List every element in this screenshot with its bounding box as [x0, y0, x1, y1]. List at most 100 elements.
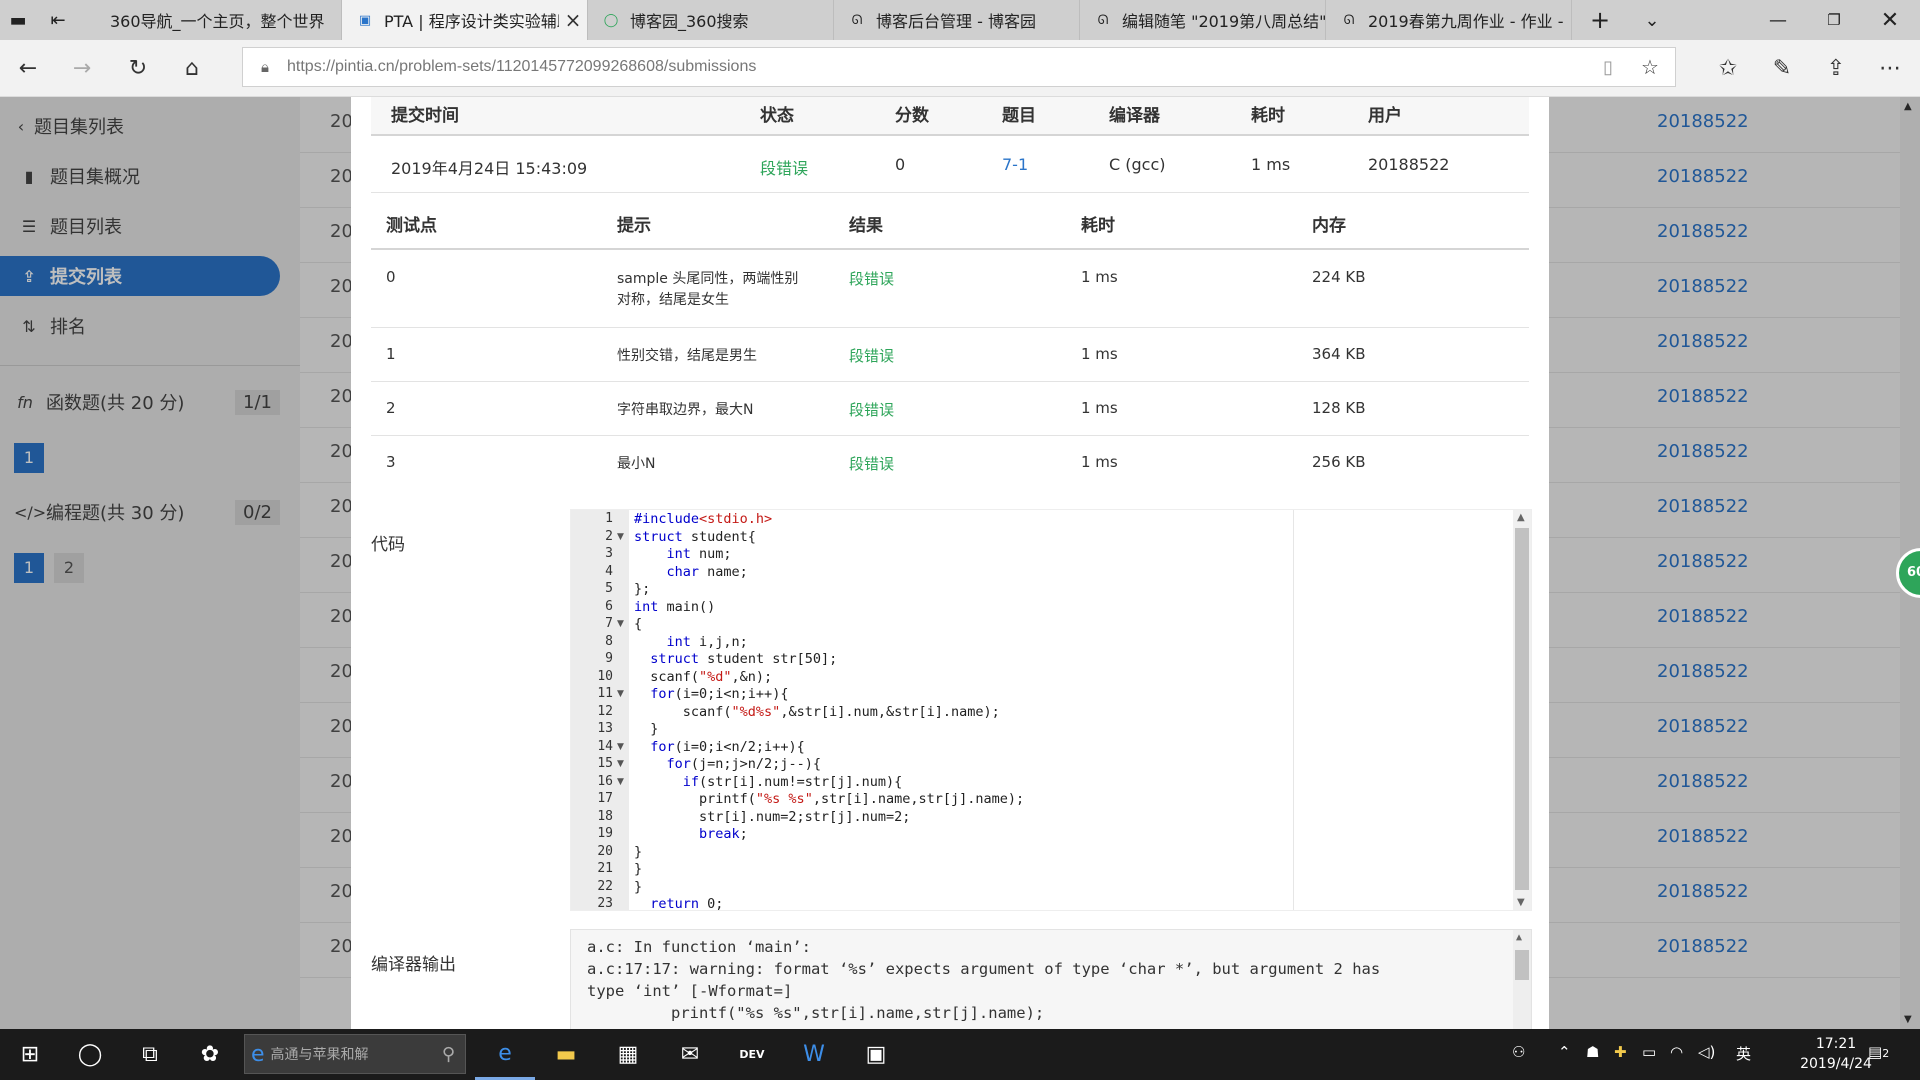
- people-icon[interactable]: ⚇: [1512, 1043, 1525, 1061]
- photos-icon[interactable]: ▣: [846, 1029, 906, 1080]
- notification-icon[interactable]: ▤2: [1868, 1043, 1889, 1061]
- refresh-icon[interactable]: ↻: [118, 48, 158, 88]
- row-user-link[interactable]: 20188522: [1657, 331, 1749, 352]
- code-editor[interactable]: 1 2 ▼ 3 4 5 6 7 ▼ 8 9 10 11 ▼ 12 13 14 ▼ 15 ▼ 16 ▼ 17 18 19 20 21 2…: [570, 509, 1532, 912]
- problem-link[interactable]: 7-1: [1002, 155, 1028, 174]
- cortana-icon[interactable]: ◯: [60, 1029, 120, 1080]
- row-user-link[interactable]: 20188522: [1657, 276, 1749, 297]
- favorites-icon[interactable]: ✩: [1708, 48, 1748, 88]
- minimize-icon[interactable]: —: [1750, 0, 1806, 40]
- fold-toggle-icon[interactable]: ▼: [617, 777, 624, 787]
- problem-button[interactable]: 1: [14, 553, 44, 583]
- tray-app-icon[interactable]: ✚: [1614, 1043, 1627, 1061]
- sidebar-item-submissions[interactable]: ⇪ 提交列表: [0, 256, 280, 296]
- row-user-link[interactable]: 20188522: [1657, 826, 1749, 847]
- tab-edit-post[interactable]: ᘏ 编辑随笔 "2019第八周总结": [1080, 0, 1326, 40]
- row-user-link[interactable]: 20188522: [1657, 661, 1749, 682]
- fold-toggle-icon[interactable]: ▼: [617, 689, 624, 699]
- back-icon[interactable]: ←: [8, 48, 48, 88]
- row-user-link[interactable]: 20188522: [1657, 551, 1749, 572]
- more-icon[interactable]: ⋯: [1870, 48, 1910, 88]
- section-programming-problems[interactable]: </> 编程题(共 30 分) 0/2: [14, 492, 280, 532]
- tab-cnblogs-search[interactable]: ◯ 博客园_360搜索: [588, 0, 834, 40]
- scrollbar-thumb[interactable]: [1515, 950, 1529, 980]
- tab-pta[interactable]: ▣ PTA | 程序设计类实验辅助 ×: [342, 0, 588, 40]
- scroll-up-icon[interactable]: ▲: [1904, 101, 1912, 112]
- show-hidden-icons[interactable]: ⌃: [1558, 1043, 1571, 1061]
- compiler-scrollbar[interactable]: ▲: [1513, 930, 1531, 1029]
- fold-toggle-icon[interactable]: ▼: [617, 742, 624, 752]
- fold-toggle-icon[interactable]: ▼: [617, 532, 624, 542]
- wps-icon[interactable]: W: [784, 1029, 844, 1080]
- function-icon: fn: [17, 392, 33, 412]
- restore-icon[interactable]: ❐: [1806, 0, 1862, 40]
- header-compiler: 编译器: [1109, 106, 1160, 126]
- scroll-down-icon[interactable]: ▼: [1904, 1014, 1912, 1025]
- scroll-down-icon[interactable]: ▼: [1517, 897, 1525, 908]
- set-aside-tabs-icon[interactable]: ⇤: [36, 0, 80, 40]
- close-window-icon[interactable]: ✕: [1862, 0, 1918, 40]
- dev-cpp-icon[interactable]: DEV: [722, 1029, 782, 1080]
- close-tab-icon[interactable]: ×: [559, 8, 587, 32]
- forward-icon[interactable]: →: [62, 48, 102, 88]
- reading-view-icon[interactable]: ▯: [1603, 57, 1613, 78]
- row-user-link[interactable]: 20188522: [1657, 111, 1749, 132]
- sidebar-item-problems[interactable]: ☰ 题目列表: [18, 206, 122, 246]
- compiler-output[interactable]: a.c: In function ‘main’: a.c:17:17: warn…: [570, 929, 1532, 1029]
- wifi-icon[interactable]: ◠: [1670, 1043, 1683, 1061]
- fold-toggle-icon[interactable]: ▼: [617, 619, 624, 629]
- tab-homework[interactable]: ᘏ 2019春第九周作业 - 作业 -: [1326, 0, 1572, 40]
- tab-actions-icon[interactable]: ▬: [0, 0, 36, 40]
- pinwheel-app-icon[interactable]: ✿: [180, 1029, 240, 1080]
- task-view-icon[interactable]: ⧉: [120, 1029, 180, 1080]
- row-time: 20: [330, 881, 353, 902]
- edge-icon[interactable]: e: [475, 1029, 535, 1080]
- share-icon[interactable]: ⇪: [1816, 48, 1856, 88]
- file-explorer-icon[interactable]: ▬: [536, 1029, 596, 1080]
- testcase-time: 1 ms: [1081, 345, 1118, 363]
- input-method-indicator[interactable]: 英: [1736, 1043, 1751, 1064]
- tab-cnblogs-admin[interactable]: ᘏ 博客后台管理 - 博客园: [834, 0, 1080, 40]
- sidebar-item-rank[interactable]: ⇅ 排名: [18, 306, 86, 346]
- compiler-value: C (gcc): [1109, 155, 1166, 174]
- status-badge: 段错误: [760, 159, 809, 178]
- scroll-up-icon[interactable]: ▲: [1517, 512, 1525, 523]
- row-user-link[interactable]: 20188522: [1657, 221, 1749, 242]
- sidebar-item-overview[interactable]: ▮ 题目集概况: [18, 156, 140, 196]
- notification-count: 2: [1882, 1047, 1890, 1060]
- code-line: }: [634, 861, 643, 877]
- scroll-up-icon[interactable]: ▲: [1516, 932, 1522, 943]
- home-icon[interactable]: ⌂: [172, 48, 212, 88]
- fold-toggle-icon[interactable]: ▼: [617, 759, 624, 769]
- sidebar-back-link[interactable]: ‹ 题目集列表: [14, 106, 124, 146]
- problem-button[interactable]: 2: [54, 553, 84, 583]
- mail-icon[interactable]: ✉: [660, 1029, 720, 1080]
- tab-360[interactable]: 360导航_一个主页，整个世界: [96, 0, 342, 40]
- line-number: 15: [597, 756, 613, 771]
- scrollbar-thumb[interactable]: [1515, 528, 1529, 890]
- pen-icon[interactable]: ✎: [1762, 48, 1802, 88]
- address-bar[interactable]: 🔒︎ https://pintia.cn/problem-sets/112014…: [242, 47, 1676, 87]
- row-user-link[interactable]: 20188522: [1657, 881, 1749, 902]
- row-user-link[interactable]: 20188522: [1657, 496, 1749, 517]
- favorite-star-icon[interactable]: ☆: [1641, 55, 1659, 80]
- row-user-link[interactable]: 20188522: [1657, 166, 1749, 187]
- row-user-link[interactable]: 20188522: [1657, 606, 1749, 627]
- row-user-link[interactable]: 20188522: [1657, 771, 1749, 792]
- section-function-problems[interactable]: fn 函数题(共 20 分) 1/1: [14, 382, 280, 422]
- row-user-link[interactable]: 20188522: [1657, 386, 1749, 407]
- editor-scrollbar[interactable]: ▲ ▼: [1513, 510, 1531, 910]
- problem-button[interactable]: 1: [14, 443, 44, 473]
- windows-start-icon[interactable]: ⊞: [0, 1029, 60, 1080]
- new-tab-button[interactable]: +: [1574, 0, 1626, 40]
- row-time: 20: [330, 221, 353, 242]
- row-user-link[interactable]: 20188522: [1657, 441, 1749, 462]
- row-user-link[interactable]: 20188522: [1657, 716, 1749, 737]
- store-icon[interactable]: ▦: [598, 1029, 658, 1080]
- tray-app-icon[interactable]: ☗: [1586, 1043, 1599, 1061]
- battery-icon[interactable]: ▭: [1642, 1043, 1656, 1061]
- tab-list-button[interactable]: ⌄: [1626, 0, 1678, 40]
- taskbar-search[interactable]: e 高通与苹果和解 ⚲: [244, 1034, 466, 1074]
- row-user-link[interactable]: 20188522: [1657, 936, 1749, 957]
- volume-icon[interactable]: ◁): [1698, 1043, 1715, 1061]
